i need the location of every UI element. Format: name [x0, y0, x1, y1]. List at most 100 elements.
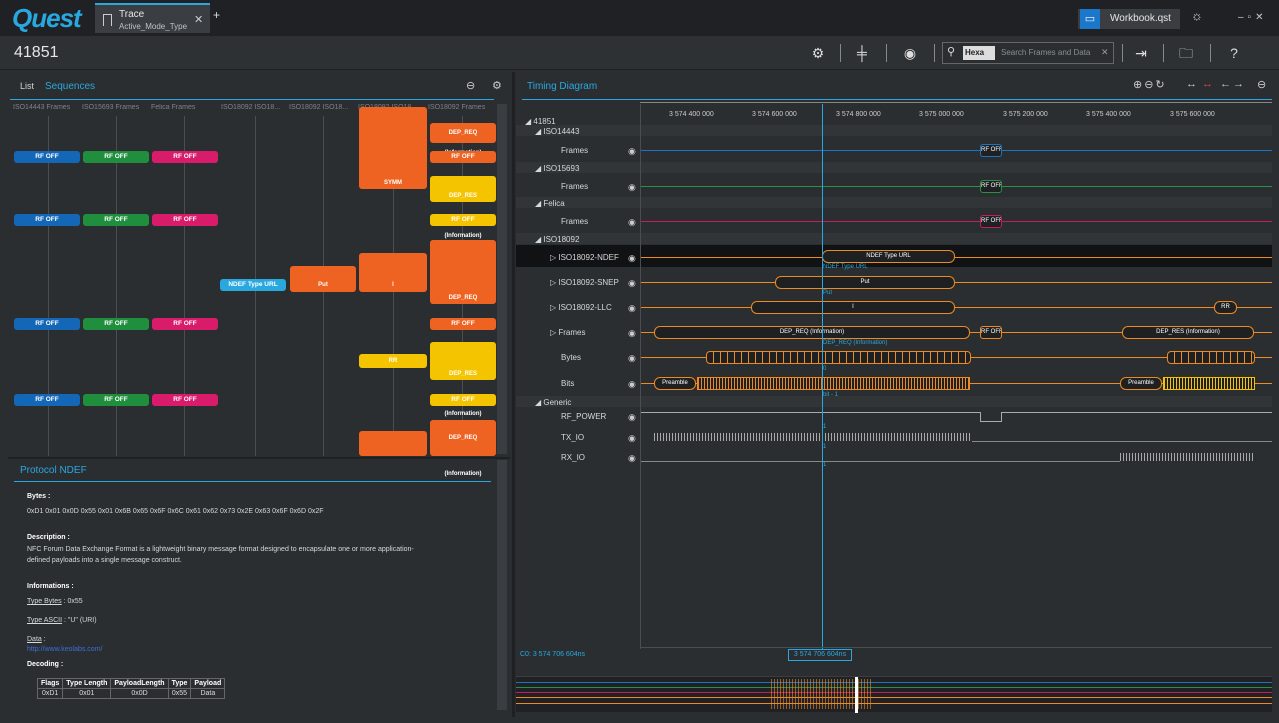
rf-off-block[interactable]: RF OFF — [152, 151, 218, 163]
cursor-marker-icon[interactable]: ↔ — [1202, 78, 1213, 90]
ndef-frame[interactable]: NDEF Type URL — [822, 250, 955, 263]
dep-res-block[interactable]: DEP_RES (Information) — [430, 342, 496, 441]
preamble-frame[interactable]: Preamble — [654, 377, 696, 390]
hexa-select[interactable]: Hexa — [963, 46, 995, 60]
tree-generic[interactable]: ◢ Generic — [535, 398, 571, 407]
eye-icon[interactable]: ◉ — [628, 453, 636, 464]
link-icon[interactable]: ⊖ — [466, 79, 475, 92]
tree-iso15693[interactable]: ◢ ISO15693 — [535, 164, 579, 173]
rf-off-frame[interactable]: RF OFF — [980, 215, 1002, 228]
eye-icon[interactable]: ◉ — [628, 379, 636, 390]
dep-res-block[interactable]: DEP_RES (Information) — [430, 176, 496, 239]
tree-bytes[interactable]: Bytes — [561, 353, 581, 362]
dep-req-block[interactable]: DEP_REQ (Information) — [430, 240, 496, 417]
tree-frames[interactable]: Frames — [561, 182, 588, 191]
rf-off-block[interactable]: RF OFF — [430, 151, 496, 163]
new-tab-button[interactable]: + — [213, 8, 220, 22]
fit-icon[interactable]: ↔ — [1186, 78, 1197, 90]
data-key[interactable]: Data — [27, 636, 42, 643]
rf-off-block[interactable]: RF OFF — [83, 394, 149, 406]
rf-off-block[interactable]: RF OFF — [430, 318, 496, 330]
rf-off-block[interactable]: RF OFF — [83, 151, 149, 163]
type-bytes-key[interactable]: Type Bytes — [27, 598, 62, 605]
tree-iso14443[interactable]: ◢ ISO14443 — [535, 127, 579, 136]
eye-icon[interactable]: ◉ — [628, 278, 636, 289]
tree-rf-power[interactable]: RF_POWER — [561, 412, 606, 421]
export-icon[interactable]: ⇥ — [1129, 42, 1153, 64]
clear-search-icon[interactable]: ✕ — [1101, 47, 1109, 58]
bytes-track[interactable] — [1167, 351, 1255, 364]
zoom-icons[interactable]: ⊕⊖↻ — [1133, 78, 1167, 91]
col-header[interactable]: ISO18092 Frames — [428, 104, 494, 116]
i-frame[interactable]: I — [751, 301, 955, 314]
tree-frames[interactable]: Frames — [561, 217, 588, 226]
rf-off-frame[interactable]: RF OFF — [980, 180, 1002, 193]
tab-trace[interactable]: Trace Active_Mode_Type ✕ — [95, 3, 210, 33]
rf-off-block[interactable]: RF OFF — [152, 318, 218, 330]
rf-off-block[interactable]: RF OFF — [14, 214, 80, 226]
eye-icon[interactable]: ◉ — [628, 433, 636, 444]
rf-off-frame[interactable]: RF OFF — [980, 326, 1002, 339]
eye-icon[interactable]: ◉ — [628, 303, 636, 314]
bits-track[interactable] — [1163, 377, 1255, 390]
rf-off-block[interactable]: RF OFF — [152, 214, 218, 226]
time-cursor[interactable] — [822, 104, 823, 649]
close-tab-icon[interactable]: ✕ — [194, 13, 203, 26]
dep-req-block[interactable]: DEP_REQ (Information) — [430, 420, 496, 477]
tree-root[interactable]: ◢ 41851 — [525, 117, 556, 126]
overview-minimap[interactable] — [516, 676, 1272, 713]
tree-felica[interactable]: ◢ Felica — [535, 199, 565, 208]
rf-off-block[interactable]: RF OFF — [83, 214, 149, 226]
col-header[interactable]: ISO18092 ISO18... — [221, 104, 287, 116]
rr-block[interactable]: RR — [359, 354, 427, 368]
rf-off-block[interactable]: RF OFF — [14, 318, 80, 330]
rf-off-block[interactable]: RF OFF — [14, 151, 80, 163]
eye-icon[interactable]: ◉ — [628, 353, 636, 364]
tree-llc[interactable]: ▷ ISO18092-LLC — [550, 303, 612, 312]
scrollbar[interactable] — [497, 460, 507, 710]
rf-off-block[interactable]: RF OFF — [152, 394, 218, 406]
settings-icon[interactable]: ⚙ — [806, 42, 830, 64]
col-header[interactable]: ISO14443 Frames — [13, 104, 81, 116]
dep-req-block[interactable]: DEP_REQ (Information) — [430, 123, 496, 156]
symm-block[interactable]: SYMM — [359, 107, 427, 189]
nav-arrows[interactable]: ←→ — [1220, 78, 1246, 90]
put-frame[interactable]: Put — [775, 276, 955, 289]
tree-ndef[interactable]: ▷ ISO18092-NDEF — [550, 253, 619, 262]
cursor-icon[interactable]: ╪ — [850, 42, 874, 64]
tree-snep[interactable]: ▷ ISO18092-SNEP — [550, 278, 619, 287]
rf-off-block[interactable]: RF OFF — [14, 394, 80, 406]
brightness-icon[interactable]: ☼ — [1191, 8, 1203, 23]
tree-frames[interactable]: Frames — [561, 146, 588, 155]
col-header[interactable]: ISO15693 Frames — [82, 104, 150, 116]
bits-track[interactable] — [697, 377, 970, 390]
i-block[interactable] — [359, 431, 427, 456]
rr-frame[interactable]: RR — [1214, 301, 1237, 314]
eye-icon[interactable]: ◉ — [628, 217, 636, 228]
tree-bits[interactable]: Bits — [561, 379, 574, 388]
preamble-frame[interactable]: Preamble — [1120, 377, 1162, 390]
tab-sequences[interactable]: Sequences — [45, 81, 95, 92]
rf-off-block[interactable]: RF OFF — [430, 394, 496, 406]
tree-frames[interactable]: ▷ Frames — [550, 328, 586, 337]
rf-off-block[interactable]: RF OFF — [83, 318, 149, 330]
tree-rx-io[interactable]: RX_IO — [561, 453, 585, 462]
help-icon[interactable]: ? — [1222, 42, 1246, 64]
eye-icon[interactable]: ◉ — [628, 412, 636, 423]
eye-icon[interactable]: ◉ — [628, 182, 636, 193]
search-placeholder[interactable]: Search Frames and Data — [1001, 48, 1090, 57]
eye-icon[interactable]: ◉ — [628, 253, 636, 264]
rf-off-block[interactable]: RF OFF — [430, 214, 496, 226]
bytes-track[interactable] — [706, 351, 971, 364]
put-block[interactable]: Put — [290, 266, 356, 292]
overview-viewport-handle[interactable] — [855, 677, 858, 713]
type-ascii-key[interactable]: Type ASCII — [27, 617, 62, 624]
workbook-button[interactable]: ▭ Workbook.qst — [1078, 9, 1180, 29]
eye-icon[interactable]: ◉ — [898, 42, 922, 64]
tab-list[interactable]: List — [20, 81, 34, 91]
link-icon[interactable]: ⊖ — [1257, 78, 1266, 91]
table-row[interactable]: 0xD1 0x01 0x0D 0x55 Data — [36, 688, 226, 699]
ndef-block[interactable]: NDEF Type URL — [220, 279, 286, 291]
rf-off-frame[interactable]: RF OFF — [980, 144, 1002, 157]
i-block[interactable]: I — [359, 253, 427, 292]
